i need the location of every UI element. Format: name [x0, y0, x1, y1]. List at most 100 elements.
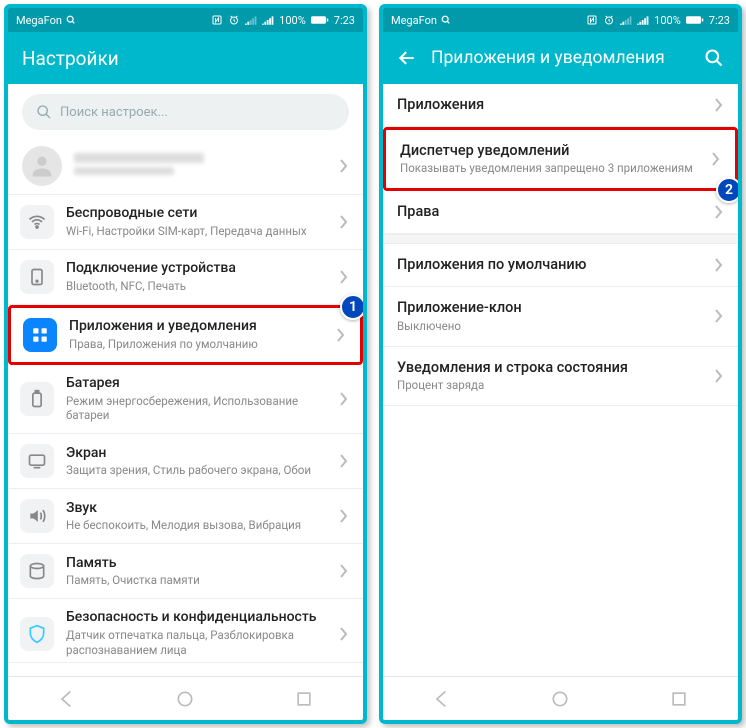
chevron-right-icon	[714, 205, 724, 219]
chevron-right-icon	[714, 369, 724, 383]
row-notification-manager[interactable]: Диспетчер уведомлений Показывать уведомл…	[383, 127, 738, 191]
header: Настройки	[8, 32, 363, 84]
chevron-right-icon	[339, 509, 349, 523]
search-placeholder: Поиск настроек...	[60, 105, 168, 120]
nav-recent[interactable]	[669, 689, 689, 709]
wifi-icon	[20, 205, 54, 239]
row-title: Батарея	[66, 375, 327, 393]
chevron-right-icon	[339, 564, 349, 578]
row-sub: Bluetooth, NFC, Печать	[66, 279, 327, 294]
section-gap	[383, 234, 738, 244]
chevron-right-icon	[714, 309, 724, 323]
apps-icon	[23, 318, 57, 352]
signal-icon	[245, 15, 257, 25]
settings-list: Беспроводные сети Wi-Fi, Настройки SIM-к…	[8, 195, 363, 676]
chevron-right-icon	[339, 215, 349, 229]
row-title: Приложения	[397, 96, 702, 114]
phone-left: MegaFon 100% 7:23 Настройки Поиск настро…	[4, 4, 367, 724]
row-title: Приложения по умолчанию	[397, 256, 702, 274]
search-mini-icon	[441, 15, 451, 25]
back-icon[interactable]	[397, 48, 417, 68]
battery-row-icon	[20, 382, 54, 416]
search-input[interactable]: Поиск настроек...	[22, 94, 349, 130]
nav-home[interactable]	[175, 689, 195, 709]
status-bar: MegaFon 100% 7:23	[383, 8, 738, 32]
row-storage[interactable]: Память Память, Очистка памяти	[8, 544, 363, 599]
battery-icon	[686, 15, 704, 25]
row-title: Приложение-клон	[397, 299, 702, 317]
profile-row[interactable]	[8, 138, 363, 195]
row-sub: Показывать уведомления запрещено 3 прило…	[400, 161, 699, 176]
time-label: 7:23	[334, 14, 355, 27]
chevron-right-icon	[714, 98, 724, 112]
storage-icon	[20, 554, 54, 588]
chevron-right-icon	[714, 258, 724, 272]
row-sub: Wi-Fi, Настройки SIM-карт, Передача данн…	[66, 224, 327, 239]
row-default-apps[interactable]: Приложения по умолчанию	[383, 244, 738, 287]
battery-label: 100%	[279, 14, 306, 27]
row-sub: Не беспокоить, Мелодия вызова, Вибрация	[66, 518, 327, 533]
chevron-right-icon	[336, 328, 346, 342]
nav-back[interactable]	[432, 689, 452, 709]
row-wireless[interactable]: Беспроводные сети Wi-Fi, Настройки SIM-к…	[8, 195, 363, 250]
chevron-right-icon	[339, 627, 349, 641]
nfc-icon	[211, 14, 223, 26]
row-sub: Датчик отпечатка пальца, Разблокировка р…	[66, 628, 327, 658]
row-display[interactable]: Экран Защита зрения, Стиль рабочего экра…	[8, 434, 363, 489]
row-app-twin[interactable]: Приложение-клон Выключено	[383, 287, 738, 346]
phone-right: MegaFon 100% 7:23 Приложения и уведомлен…	[379, 4, 742, 724]
step-badge-1: 1	[340, 294, 363, 320]
row-title: Беспроводные сети	[66, 205, 327, 223]
display-icon	[20, 444, 54, 478]
row-apps[interactable]: Приложения	[383, 84, 738, 127]
chevron-right-icon	[339, 270, 349, 284]
battery-label: 100%	[654, 14, 681, 27]
row-sub: Процент заряда	[397, 378, 702, 393]
row-apps-notifications[interactable]: Приложения и уведомления Права, Приложен…	[8, 305, 363, 365]
row-title: Уведомления и строка состояния	[397, 359, 702, 377]
row-security[interactable]: Безопасность и конфиденциальность Датчик…	[8, 599, 363, 662]
carrier-label: MegaFon	[391, 14, 437, 27]
nav-home[interactable]	[550, 689, 570, 709]
nav-bar	[8, 676, 363, 720]
row-title: Звук	[66, 500, 327, 518]
signal2-icon	[262, 15, 274, 25]
row-title: Диспетчер уведомлений	[400, 142, 699, 160]
battery-icon	[311, 15, 329, 25]
row-sound[interactable]: Звук Не беспокоить, Мелодия вызова, Вибр…	[8, 489, 363, 544]
row-permissions[interactable]: Права	[383, 191, 738, 234]
row-sub: Память, Очистка памяти	[66, 573, 327, 588]
row-device-connection[interactable]: Подключение устройства Bluetooth, NFC, П…	[8, 250, 363, 305]
chevron-right-icon	[711, 152, 721, 166]
search-icon[interactable]	[704, 48, 724, 68]
nav-recent[interactable]	[294, 689, 314, 709]
row-statusbar-notif[interactable]: Уведомления и строка состояния Процент з…	[383, 347, 738, 406]
row-sub: Защита зрения, Стиль рабочего экрана, Об…	[66, 463, 327, 478]
signal-icon	[620, 15, 632, 25]
nfc-icon	[586, 14, 598, 26]
chevron-right-icon	[339, 159, 349, 173]
link-icon	[20, 260, 54, 294]
row-battery[interactable]: Батарея Режим энергосбережения, Использо…	[8, 365, 363, 434]
row-title: Подключение устройства	[66, 260, 327, 278]
row-title: Права	[397, 203, 702, 221]
shield-icon	[20, 617, 54, 651]
row-title: Память	[66, 555, 327, 573]
sound-icon	[20, 499, 54, 533]
alarm-icon	[603, 14, 615, 26]
search-icon	[36, 104, 52, 120]
page-title: Настройки	[22, 47, 119, 70]
status-bar: MegaFon 100% 7:23	[8, 8, 363, 32]
chevron-right-icon	[339, 454, 349, 468]
row-sub: Режим энергосбережения, Использование ба…	[66, 394, 327, 424]
alarm-icon	[228, 14, 240, 26]
chevron-right-icon	[339, 392, 349, 406]
nav-back[interactable]	[57, 689, 77, 709]
row-title: Экран	[66, 445, 327, 463]
avatar	[22, 146, 62, 186]
apps-list: Приложения Диспетчер уведомлений Показыв…	[383, 84, 738, 676]
carrier-label: MegaFon	[16, 14, 62, 27]
row-sub: Права, Приложения по умолчанию	[69, 337, 324, 352]
row-sub: Выключено	[397, 319, 702, 334]
signal2-icon	[637, 15, 649, 25]
